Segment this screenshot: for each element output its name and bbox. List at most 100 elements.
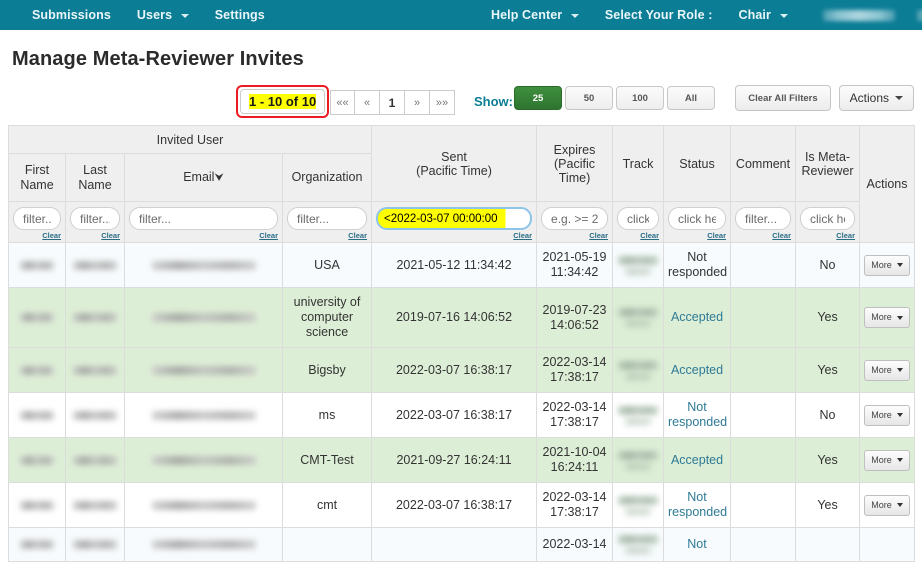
cell-actions: More bbox=[859, 287, 916, 348]
cell-is_meta: Yes bbox=[795, 437, 861, 483]
col-header-first-name[interactable]: First Name bbox=[8, 153, 66, 202]
table-row[interactable]: university of computer science 2019-07-16… bbox=[8, 287, 916, 348]
filter-input-is_meta[interactable] bbox=[800, 207, 856, 230]
page-size-50[interactable]: 50 bbox=[565, 86, 613, 110]
table-row[interactable]: CMT-Test 2021-09-27 16:24:11 2021-10-04 16… bbox=[8, 437, 916, 483]
chevron-down-icon bbox=[896, 315, 903, 320]
row-more-button[interactable]: More bbox=[864, 494, 910, 516]
page-size-group: 25 50 100 All bbox=[514, 86, 718, 110]
cell-last_name bbox=[65, 527, 125, 562]
pager-first-button[interactable]: «« bbox=[330, 90, 355, 115]
cell-sent: 2022-03-07 16:38:17 bbox=[371, 482, 538, 528]
status-badge[interactable]: Accepted bbox=[671, 453, 723, 467]
clear-filter-first_name[interactable]: Clear bbox=[13, 231, 61, 240]
pager-last-button[interactable]: »» bbox=[430, 90, 455, 115]
cell-track bbox=[612, 347, 665, 393]
table-row[interactable]: cmt 2022-03-07 16:38:17 2022-03-14 17:38:1… bbox=[8, 482, 916, 528]
row-more-button[interactable]: More bbox=[864, 449, 910, 471]
status-badge[interactable]: Not responded bbox=[668, 250, 727, 279]
nav-item-submissions[interactable]: Submissions bbox=[19, 8, 124, 22]
pager-next-button[interactable]: » bbox=[405, 90, 430, 115]
status-badge[interactable]: Not responded bbox=[668, 400, 727, 429]
redacted-track-secondary bbox=[625, 372, 652, 380]
table-row[interactable]: Bigsby 2022-03-07 16:38:17 2022-03-14 17:3… bbox=[8, 347, 916, 393]
clear-filter-status[interactable]: Clear bbox=[668, 231, 726, 240]
nav-item-settings[interactable]: Settings bbox=[202, 8, 278, 22]
actions-button[interactable]: Actions bbox=[838, 85, 914, 111]
filter-cell-is_meta: Clear bbox=[795, 201, 861, 243]
row-more-button[interactable]: More bbox=[864, 254, 910, 276]
row-more-button[interactable]: More bbox=[864, 359, 910, 381]
nav-item-users[interactable]: Users bbox=[124, 8, 202, 22]
cell-actions: More bbox=[859, 482, 916, 528]
pager-prev-button[interactable]: « bbox=[355, 90, 380, 115]
col-header-email[interactable]: Email⮟ bbox=[124, 153, 283, 202]
filter-input-expires[interactable] bbox=[541, 207, 609, 230]
status-badge[interactable]: Not responded bbox=[668, 490, 727, 519]
toolbar-right-group: Clear All Filters Actions bbox=[727, 85, 914, 111]
chevron-down-icon bbox=[896, 413, 903, 417]
clear-filter-expires[interactable]: Clear bbox=[541, 231, 608, 240]
cell-expires: 2019-07-23 14:06:52 bbox=[536, 287, 614, 348]
cell-organization: cmt bbox=[281, 482, 373, 528]
clear-filter-sent[interactable]: Clear bbox=[376, 231, 532, 240]
clear-filter-email[interactable]: Clear bbox=[129, 231, 278, 240]
page-size-100[interactable]: 100 bbox=[616, 86, 664, 110]
col-header-track[interactable]: Track bbox=[612, 125, 665, 202]
col-header-expires[interactable]: Expires (Pacific Time) bbox=[536, 125, 614, 202]
filter-input-track[interactable] bbox=[617, 207, 660, 230]
col-header-comment[interactable]: Comment bbox=[730, 125, 797, 202]
meta-reviewer-invites-table: Invited User Sent (Pacific Time) Expires… bbox=[7, 125, 916, 562]
cell-is_meta: Yes bbox=[795, 287, 861, 348]
cell-first_name bbox=[8, 287, 66, 348]
col-header-is-meta-reviewer[interactable]: Is Meta- Reviewer bbox=[795, 125, 861, 202]
status-badge[interactable]: Accepted bbox=[671, 310, 723, 324]
row-more-button[interactable]: More bbox=[864, 307, 910, 328]
status-badge[interactable]: Not bbox=[687, 537, 706, 551]
cell-is_meta: No bbox=[795, 242, 861, 288]
col-header-organization[interactable]: Organization bbox=[281, 153, 373, 202]
page-size-25[interactable]: 25 bbox=[514, 86, 562, 110]
col-header-sent-line1[interactable]: Sent bbox=[441, 150, 467, 164]
redacted-last_name bbox=[73, 410, 117, 420]
page-count-badge: 1 - 10 of 10 bbox=[240, 89, 326, 114]
cell-status: Not bbox=[663, 527, 732, 562]
row-more-label: More bbox=[871, 259, 892, 270]
clear-filter-track[interactable]: Clear bbox=[617, 231, 659, 240]
filter-input-last_name[interactable] bbox=[70, 207, 120, 230]
chevron-down-icon bbox=[180, 13, 189, 18]
page-size-all[interactable]: All bbox=[667, 86, 715, 110]
redacted-first_name bbox=[20, 540, 54, 549]
table-row[interactable]: ms 2022-03-07 16:38:17 2022-03-14 17:38:17… bbox=[8, 392, 916, 438]
filter-input-first_name[interactable] bbox=[13, 207, 61, 230]
table-row[interactable]: USA 2021-05-12 11:34:42 2021-05-19 11:34:4… bbox=[8, 242, 916, 288]
page-title: Manage Meta-Reviewer Invites bbox=[12, 48, 304, 70]
nav-item-help-center[interactable]: Help Center bbox=[478, 8, 592, 22]
redacted-track-secondary bbox=[625, 320, 652, 327]
filter-input-comment[interactable] bbox=[735, 207, 792, 230]
row-more-button[interactable]: More bbox=[864, 404, 910, 426]
cell-organization: CMT-Test bbox=[281, 437, 373, 483]
cell-sent: 2021-09-27 16:24:11 bbox=[371, 437, 538, 483]
col-header-last-name[interactable]: Last Name bbox=[65, 153, 125, 202]
filter-input-status[interactable] bbox=[668, 207, 727, 230]
filter-cell-email: Clear bbox=[124, 201, 283, 243]
cell-sent: 2022-03-07 16:38:17 bbox=[371, 347, 538, 393]
filter-input-sent[interactable] bbox=[376, 207, 533, 230]
filter-input-organization[interactable] bbox=[287, 207, 368, 230]
clear-filter-is_meta[interactable]: Clear bbox=[800, 231, 855, 240]
status-badge[interactable]: Accepted bbox=[671, 363, 723, 377]
role-selector-chair[interactable]: Chair bbox=[725, 8, 800, 22]
cell-sent: 2022-03-07 16:38:17 bbox=[371, 392, 538, 438]
clear-filter-last_name[interactable]: Clear bbox=[70, 231, 120, 240]
clear-filter-comment[interactable]: Clear bbox=[735, 231, 791, 240]
col-header-sent-line2[interactable]: (Pacific Time) bbox=[416, 164, 492, 178]
clear-all-filters-button[interactable]: Clear All Filters bbox=[735, 85, 831, 111]
clear-filter-organization[interactable]: Clear bbox=[287, 231, 367, 240]
col-header-status[interactable]: Status bbox=[663, 125, 732, 202]
filter-input-email[interactable] bbox=[129, 207, 278, 230]
invites-table-container: Invited User Sent (Pacific Time) Expires… bbox=[0, 125, 922, 562]
table-row[interactable]: 2022-03-14 Not bbox=[8, 527, 916, 562]
pager-page-1[interactable]: 1 bbox=[380, 90, 405, 115]
cell-email bbox=[124, 527, 283, 562]
